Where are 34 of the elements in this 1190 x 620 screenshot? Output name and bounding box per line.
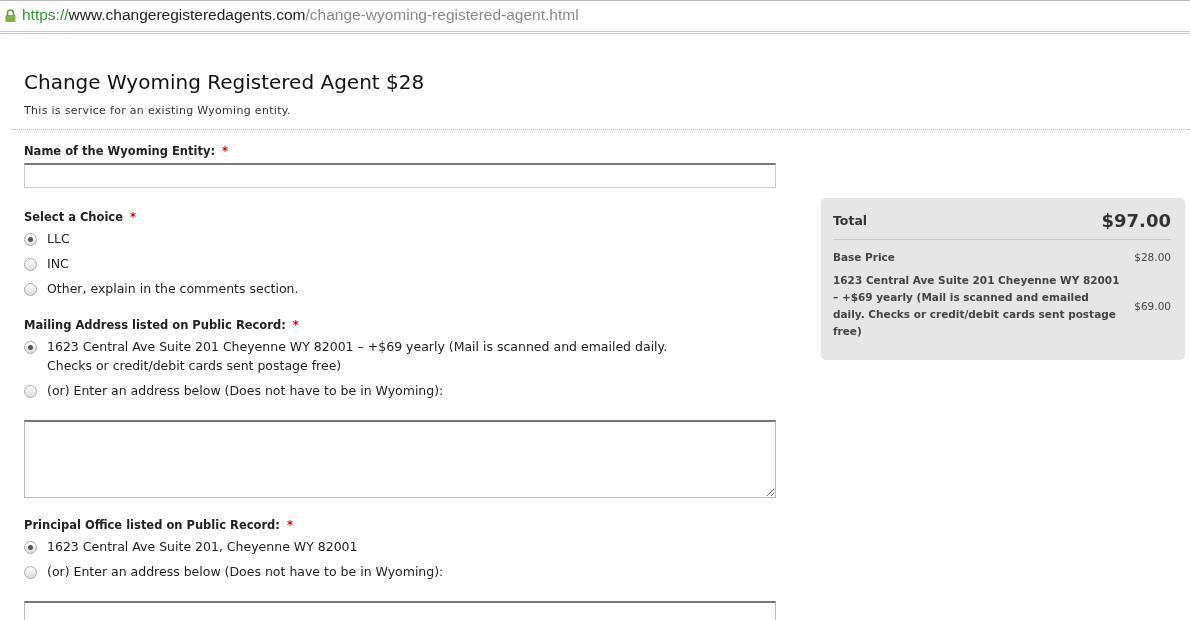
option-label[interactable]: (or) Enter an address below (Does not have to be in Wyoming):: [47, 562, 444, 581]
option-label[interactable]: Other, explain in the comments section.: [47, 279, 299, 298]
radio-button[interactable]: [24, 233, 37, 246]
option-label[interactable]: 1623 Central Ave Suite 201, Cheyenne WY 82001: [47, 537, 358, 556]
required-mark: *: [130, 210, 137, 224]
line-item-amount: $28.00: [1134, 250, 1171, 265]
address-textarea[interactable]: [24, 420, 776, 498]
total-amount: $97.00: [1101, 210, 1171, 231]
url-text: https://www.changeregisteredagents.com/change-wyoming-registered-agent.html: [22, 6, 579, 24]
page-title: Change Wyoming Registered Agent $28: [24, 70, 426, 94]
option-label[interactable]: 1623 Central Ave Suite 201 Cheyenne WY 82001 – +$69 yearly (Mail is scanned and emailed daily. Checks or credit/debit cards sent postage free): [47, 337, 697, 375]
entity-name-field[interactable]: [24, 163, 776, 188]
option-label[interactable]: (or) Enter an address below (Does not have to be in Wyoming):: [47, 381, 444, 400]
field-label: Name of the Wyoming Entity:: [24, 144, 216, 158]
required-mark: *: [292, 318, 299, 332]
radio-button[interactable]: [24, 385, 37, 398]
address-bar[interactable]: https://www.changeregisteredagents.com/change-wyoming-registered-agent.html: [0, 1, 1190, 29]
radio-button[interactable]: [24, 541, 37, 554]
field-label: Select a Choice: [24, 210, 123, 224]
line-item-label: 1623 Central Ave Suite 201 Cheyenne WY 82001 – +$69 yearly (Mail is scanned and emailed daily. Checks or credit/debit cards sent postage free): [833, 273, 1121, 339]
required-mark: *: [222, 144, 229, 158]
required-mark: *: [286, 518, 293, 532]
line-item-amount: $69.00: [1134, 298, 1171, 314]
option-label[interactable]: INC: [47, 254, 69, 273]
option-label[interactable]: LLC: [47, 229, 70, 248]
radio-button[interactable]: [24, 258, 37, 271]
radio-button[interactable]: [24, 341, 37, 354]
field-label: Mailing Address listed on Public Record:: [24, 318, 286, 332]
page-subtitle: This is service for an existing Wyoming entity.: [24, 104, 292, 117]
radio-button[interactable]: [24, 566, 37, 579]
total-label: Total: [833, 213, 868, 228]
field-label: Principal Office listed on Public Record:: [24, 518, 280, 532]
line-item-label: Base Price: [833, 250, 895, 265]
radio-button[interactable]: [24, 283, 37, 296]
